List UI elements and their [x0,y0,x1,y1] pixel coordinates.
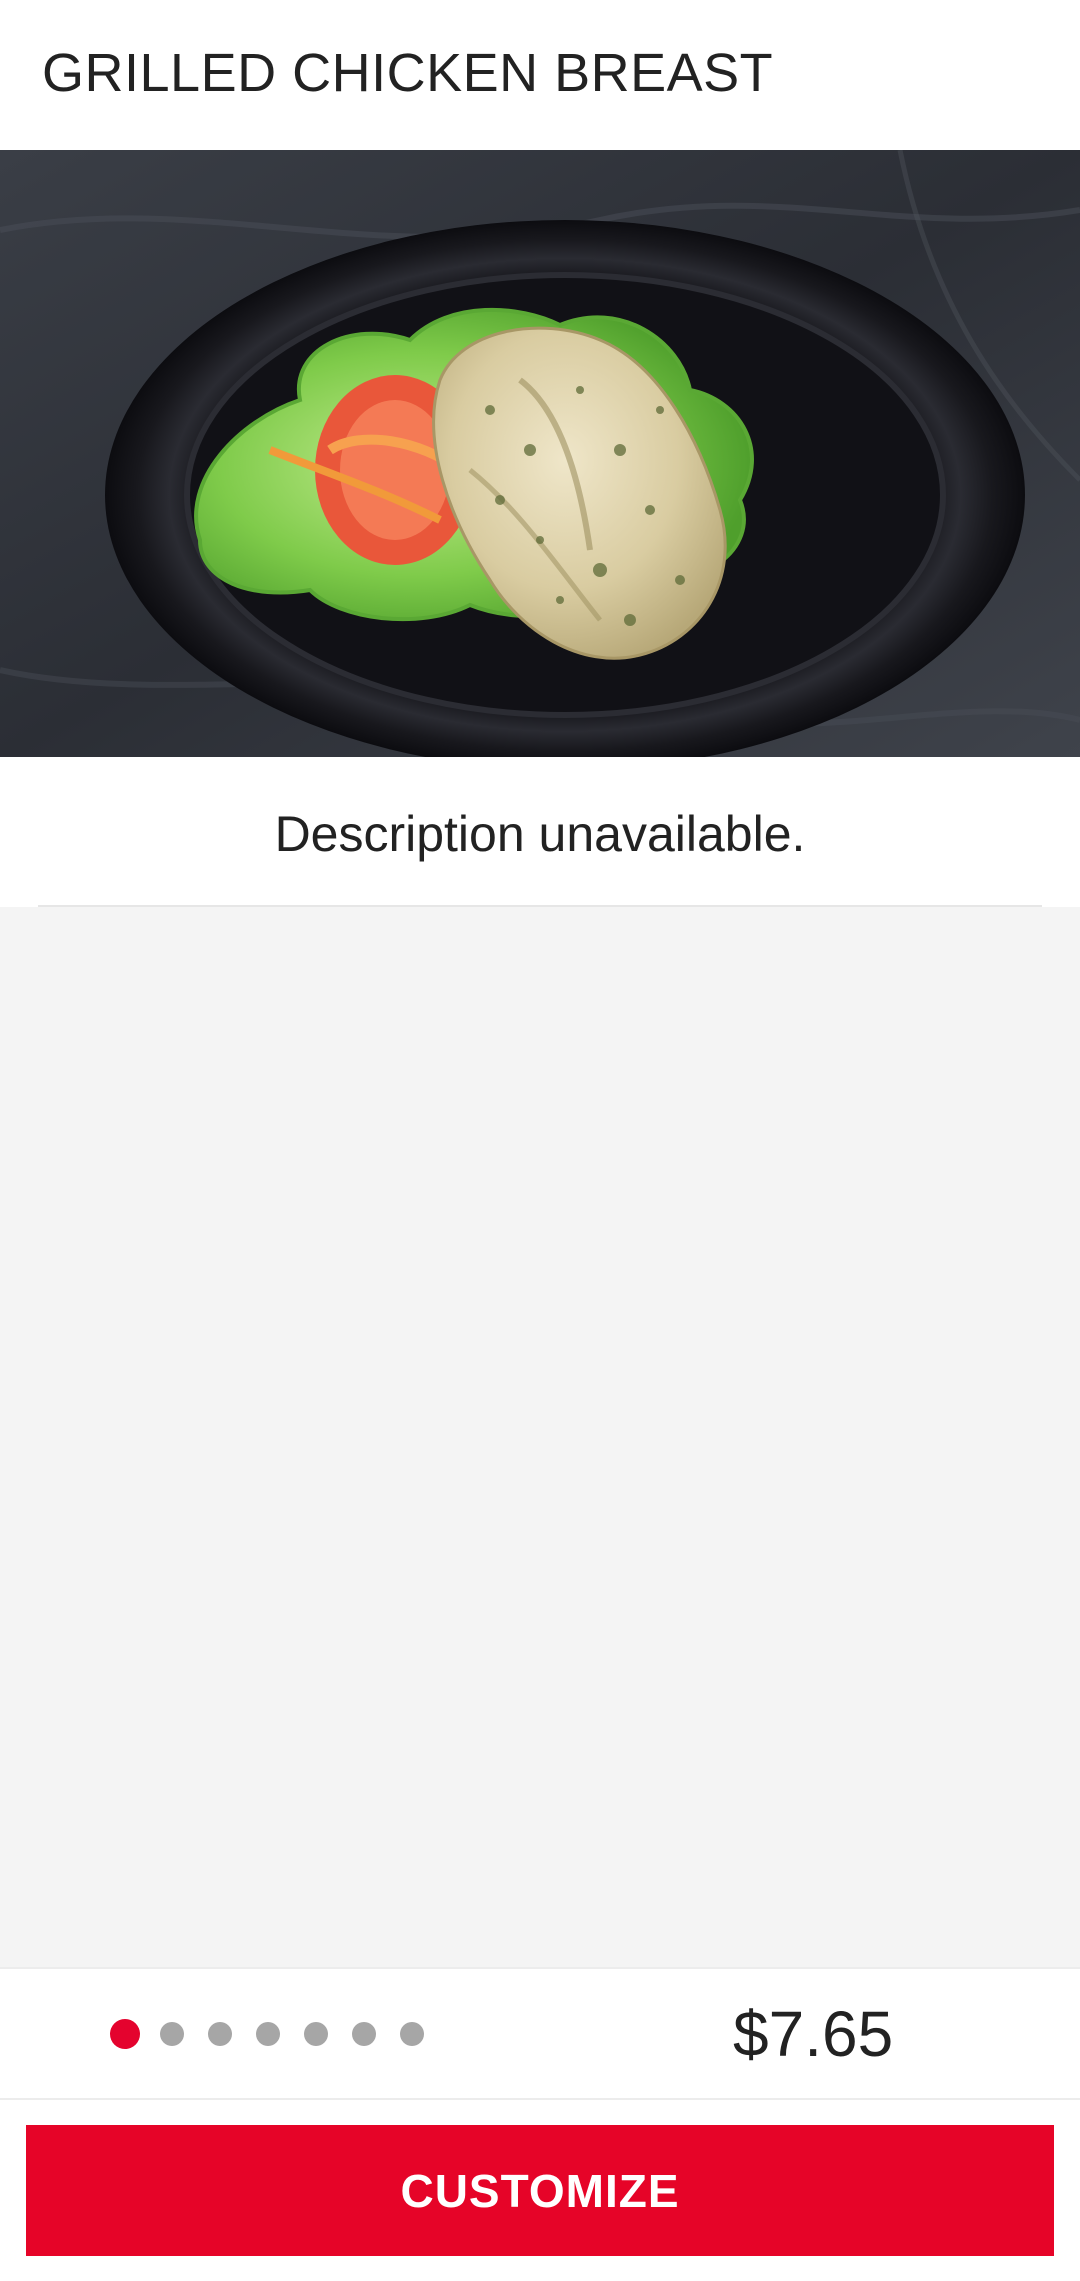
pager-price-row: $7.65 [0,1967,1080,2100]
item-photo [0,150,1080,757]
pager-dot[interactable] [208,2021,232,2046]
pager-dot[interactable] [160,2021,184,2046]
description-section: Description unavailable. [0,757,1080,907]
pager-dot[interactable] [352,2021,376,2046]
header: GRILLED CHICKEN BREAST [0,0,1080,150]
pager-dot[interactable] [400,2021,424,2046]
pager-dot[interactable] [304,2021,328,2046]
customize-button[interactable]: CUSTOMIZE [26,2125,1054,2256]
item-price: $7.65 [733,1997,894,2070]
food-photo-illustration [0,150,1080,757]
pager-dot[interactable] [256,2021,280,2046]
page-indicator[interactable] [110,2018,448,2049]
page-title: GRILLED CHICKEN BREAST [42,43,774,103]
item-description: Description unavailable. [274,806,806,862]
pager-dot-active[interactable] [110,2018,140,2049]
item-detail-page: GRILLED CHICKEN BREAST Description unava… [0,0,1080,2281]
options-content-area [0,907,1080,1967]
bottom-action-bar: CUSTOMIZE [0,2100,1080,2281]
